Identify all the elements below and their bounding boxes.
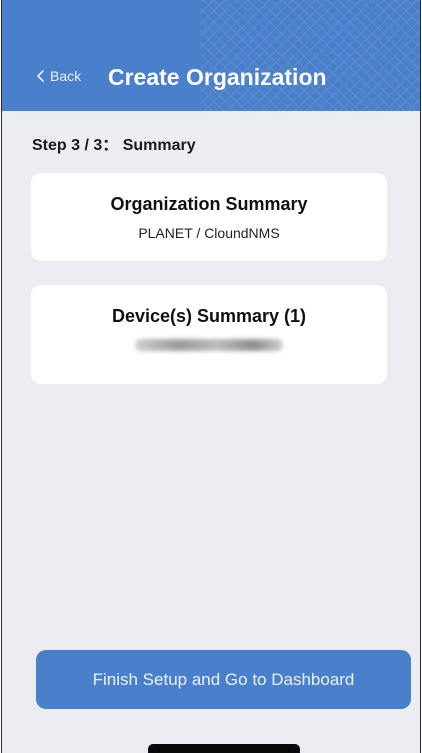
home-indicator xyxy=(148,744,300,753)
app-screen: Back Create Organization Step 3 / 3： Sum… xyxy=(1,0,421,753)
organization-summary-card: Organization Summary PLANET / CloundNMS xyxy=(31,173,387,261)
device-summary-card: Device(s) Summary (1) xyxy=(31,285,387,384)
nav-header: Back Create Organization xyxy=(2,0,420,111)
back-button[interactable]: Back xyxy=(36,68,81,84)
back-button-label: Back xyxy=(50,68,82,84)
chevron-left-icon xyxy=(37,70,44,82)
finish-setup-label: Finish Setup and Go to Dashboard xyxy=(92,669,355,689)
page-title: Create Organization xyxy=(108,64,327,90)
organization-summary-value: PLANET / CloundNMS xyxy=(138,225,280,241)
header-pattern xyxy=(200,0,420,111)
device-summary-title: Device(s) Summary (1) xyxy=(111,306,307,326)
finish-setup-button[interactable]: Finish Setup and Go to Dashboard xyxy=(36,650,411,709)
organization-summary-title: Organization Summary xyxy=(110,194,308,214)
step-indicator: Step 3 / 3： Summary xyxy=(32,137,196,154)
device-serial-redacted xyxy=(135,339,283,351)
